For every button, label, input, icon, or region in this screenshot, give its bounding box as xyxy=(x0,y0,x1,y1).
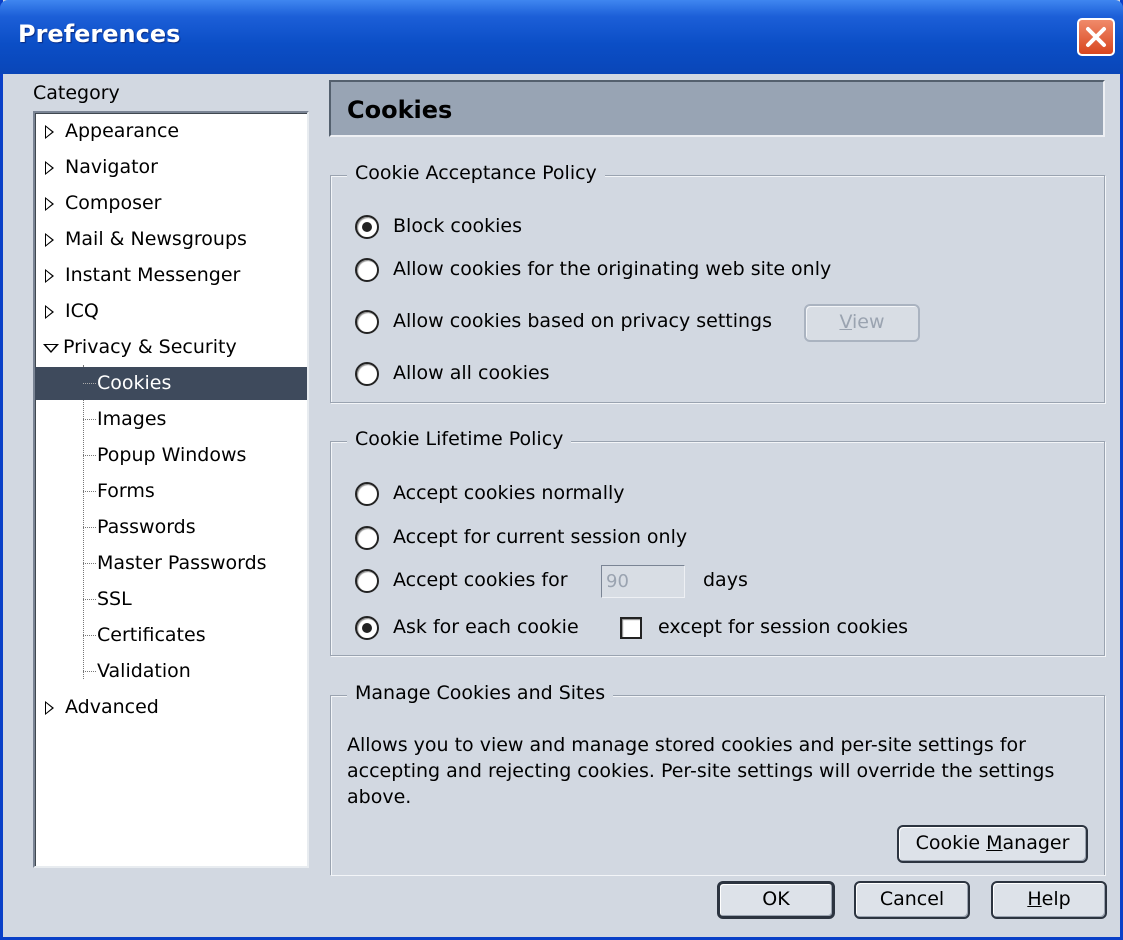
expand-icon[interactable] xyxy=(45,161,54,175)
tree-item-images[interactable]: Images xyxy=(35,403,307,436)
title-bar[interactable]: Preferences xyxy=(0,0,1123,74)
expand-icon[interactable] xyxy=(45,197,54,211)
ok-button[interactable]: OK xyxy=(717,881,835,919)
tree-item-passwords[interactable]: Passwords xyxy=(35,511,307,544)
radio-button[interactable] xyxy=(355,215,379,239)
expand-icon[interactable] xyxy=(45,125,54,139)
expand-icon[interactable] xyxy=(45,233,54,247)
radio-button[interactable] xyxy=(355,310,379,334)
tree-item-appearance[interactable]: Appearance xyxy=(35,115,307,148)
close-button[interactable] xyxy=(1077,18,1115,56)
tree-item-master-passwords[interactable]: Master Passwords xyxy=(35,547,307,580)
preferences-window: Preferences Category Appearance Navigato… xyxy=(0,0,1123,940)
radio-button[interactable] xyxy=(355,258,379,282)
tree-item-mail-newsgroups[interactable]: Mail & Newsgroups xyxy=(35,223,307,256)
group-title: Cookie Acceptance Policy xyxy=(347,162,605,184)
tree-item-validation[interactable]: Validation xyxy=(35,655,307,688)
radio-button[interactable] xyxy=(355,569,379,593)
tree-item-privacy-security[interactable]: Privacy & Security xyxy=(35,331,307,364)
view-button[interactable]: View xyxy=(804,304,920,342)
days-label: days xyxy=(703,569,748,591)
cancel-button[interactable]: Cancel xyxy=(854,881,970,919)
tree-item-advanced[interactable]: Advanced xyxy=(35,691,307,724)
radio-button[interactable] xyxy=(355,362,379,386)
tree-item-forms[interactable]: Forms xyxy=(35,475,307,508)
tree-item-composer[interactable]: Composer xyxy=(35,187,307,220)
close-icon xyxy=(1086,27,1106,47)
tree-item-navigator[interactable]: Navigator xyxy=(35,151,307,184)
panel-title: Cookies xyxy=(347,96,453,124)
cookie-manager-button[interactable]: Cookie Manager xyxy=(897,825,1088,863)
category-label: Category xyxy=(33,82,120,104)
help-button[interactable]: Help xyxy=(991,881,1107,919)
except-session-label: except for session cookies xyxy=(658,616,909,638)
expand-icon[interactable] xyxy=(45,269,54,283)
radio-button[interactable] xyxy=(355,616,379,640)
tree-item-icq[interactable]: ICQ xyxy=(35,295,307,328)
radio-button[interactable] xyxy=(355,482,379,506)
panel-header: Cookies xyxy=(329,80,1105,137)
group-title: Manage Cookies and Sites xyxy=(347,682,614,704)
group-title: Cookie Lifetime Policy xyxy=(347,428,572,450)
window-title: Preferences xyxy=(18,20,181,48)
category-tree[interactable]: Appearance Navigator Composer Mail & New… xyxy=(33,111,309,868)
collapse-icon[interactable] xyxy=(43,344,59,353)
tree-item-popup-windows[interactable]: Popup Windows xyxy=(35,439,307,472)
tree-item-cookies[interactable]: Cookies xyxy=(35,367,307,400)
expand-icon[interactable] xyxy=(45,701,54,715)
except-session-checkbox[interactable] xyxy=(620,617,642,639)
tree-item-instant-messenger[interactable]: Instant Messenger xyxy=(35,259,307,292)
tree-item-certificates[interactable]: Certificates xyxy=(35,619,307,652)
expand-icon[interactable] xyxy=(45,305,54,319)
manage-description: Allows you to view and manage stored coo… xyxy=(347,734,1055,808)
days-input[interactable]: 90 xyxy=(601,565,685,598)
tree-item-ssl[interactable]: SSL xyxy=(35,583,307,616)
radio-button[interactable] xyxy=(355,526,379,550)
